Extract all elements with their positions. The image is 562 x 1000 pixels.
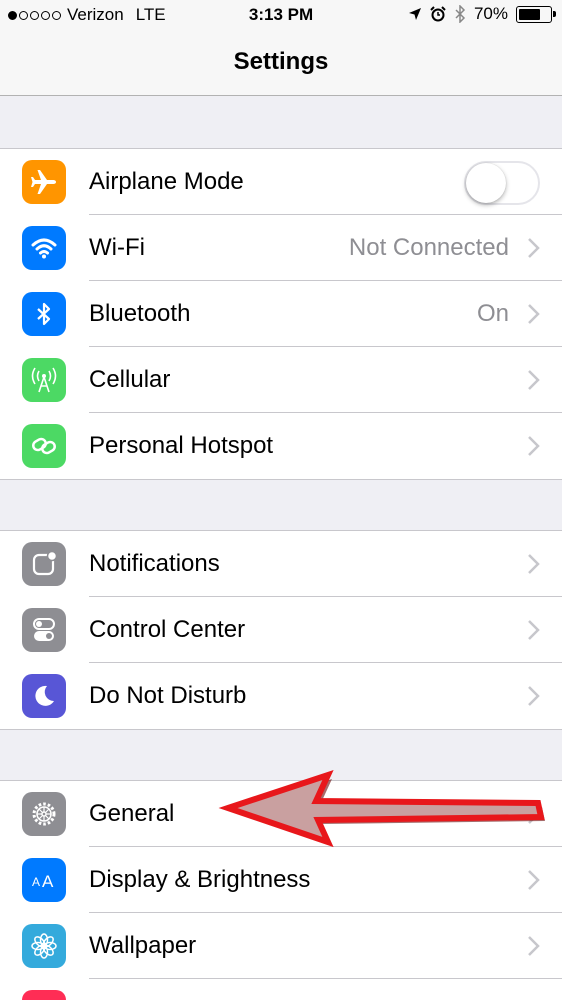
chevron-right-icon — [528, 436, 540, 456]
moon-icon — [22, 674, 66, 718]
settings-row-bluetooth[interactable]: Bluetooth On — [0, 281, 562, 347]
chevron-right-icon — [528, 554, 540, 574]
settings-row-wallpaper[interactable]: Wallpaper — [0, 913, 562, 979]
settings-row-notifications[interactable]: Notifications — [0, 531, 562, 597]
settings-row-airplane-mode[interactable]: Airplane Mode — [0, 149, 562, 215]
settings-row-label: General — [89, 800, 175, 827]
chevron-right-icon — [528, 870, 540, 890]
alarm-icon — [430, 6, 446, 22]
chevron-right-icon — [528, 804, 540, 824]
location-icon — [408, 8, 421, 20]
bluetooth-status-icon — [455, 5, 466, 23]
settings-group-alerts: Notifications Control Center Do Not Dist… — [0, 530, 562, 730]
wifi-status: Not Connected — [348, 234, 509, 261]
settings-row-label: Wallpaper — [89, 932, 197, 959]
svg-text:A: A — [42, 872, 54, 891]
control-center-icon — [22, 608, 66, 652]
airplane-mode-toggle[interactable] — [464, 161, 540, 205]
flower-icon — [22, 924, 66, 968]
chevron-right-icon — [528, 686, 540, 706]
settings-group-connectivity: Airplane Mode Wi-Fi Not Connected Blueto… — [0, 148, 562, 480]
settings-row-personal-hotspot[interactable]: Personal Hotspot — [0, 413, 562, 479]
svg-text:A: A — [32, 875, 40, 889]
navigation-bar: Settings — [0, 30, 562, 96]
status-bar: Verizon LTE 3:13 PM 70% — [0, 0, 562, 30]
chevron-right-icon — [528, 370, 540, 390]
chevron-right-icon — [528, 304, 540, 324]
sounds-icon — [22, 990, 66, 1000]
settings-row-label: Control Center — [89, 616, 246, 643]
settings-row-label: Airplane Mode — [89, 168, 244, 195]
settings-row-label: Personal Hotspot — [89, 432, 274, 459]
settings-row-label: Bluetooth — [89, 300, 191, 327]
wifi-icon — [22, 226, 66, 270]
settings-group-device: General AA Display & Brightness Wallpape… — [0, 780, 562, 1000]
settings-row-partial[interactable] — [0, 979, 562, 1000]
page-title: Settings — [233, 48, 329, 75]
settings-row-label: Cellular — [89, 366, 171, 393]
settings-row-cellular[interactable]: Cellular — [0, 347, 562, 413]
settings-row-do-not-disturb[interactable]: Do Not Disturb — [0, 663, 562, 729]
settings-row-general[interactable]: General — [0, 781, 562, 847]
settings-row-label: Wi-Fi — [89, 234, 145, 261]
settings-row-wifi[interactable]: Wi-Fi Not Connected — [0, 215, 562, 281]
chevron-right-icon — [528, 620, 540, 640]
status-indicators: 70% — [408, 4, 556, 24]
notifications-icon — [22, 542, 66, 586]
bluetooth-status: On — [476, 300, 509, 327]
bluetooth-icon — [22, 292, 66, 336]
gear-icon — [22, 792, 66, 836]
cellular-icon — [22, 358, 66, 402]
chevron-right-icon — [528, 238, 540, 258]
battery-percent: 70% — [473, 4, 508, 23]
chevron-right-icon — [528, 936, 540, 956]
airplane-icon — [22, 160, 66, 204]
settings-row-label: Display & Brightness — [89, 866, 311, 893]
settings-row-label: Do Not Disturb — [89, 682, 247, 709]
settings-row-label: Notifications — [89, 550, 220, 577]
battery-icon — [516, 5, 556, 23]
text-size-icon: AA — [22, 858, 66, 902]
settings-row-display-brightness[interactable]: AA Display & Brightness — [0, 847, 562, 913]
settings-row-control-center[interactable]: Control Center — [0, 597, 562, 663]
hotspot-icon — [22, 424, 66, 468]
